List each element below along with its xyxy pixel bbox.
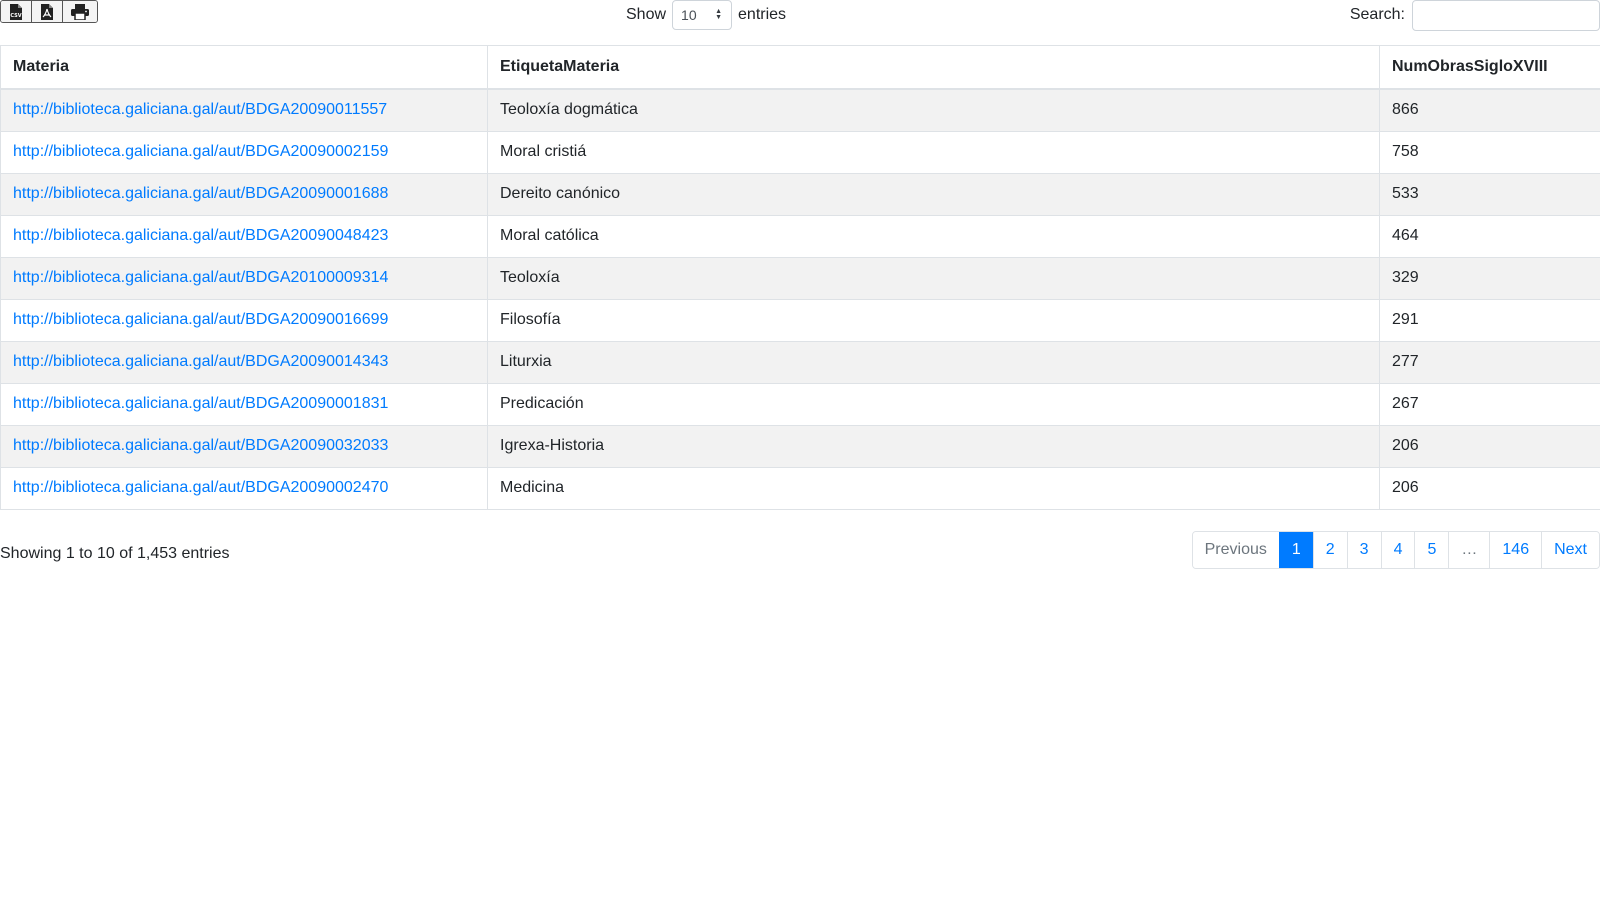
- cell-materia: http://biblioteca.galiciana.gal/aut/BDGA…: [0, 382, 488, 426]
- cell-etiqueta: Teoloxía dogmática: [487, 88, 1380, 132]
- table-row: http://biblioteca.galiciana.gal/aut/BDGA…: [0, 298, 1600, 342]
- pagination-page-2[interactable]: 2: [1312, 532, 1347, 568]
- materia-link[interactable]: http://biblioteca.galiciana.gal/aut/BDGA…: [13, 479, 388, 496]
- pagination-page-4[interactable]: 4: [1380, 532, 1415, 568]
- table-row: http://biblioteca.galiciana.gal/aut/BDGA…: [0, 424, 1600, 468]
- materia-link[interactable]: http://biblioteca.galiciana.gal/aut/BDGA…: [13, 185, 388, 202]
- table-row: http://biblioteca.galiciana.gal/aut/BDGA…: [0, 466, 1600, 510]
- materia-link[interactable]: http://biblioteca.galiciana.gal/aut/BDGA…: [13, 101, 387, 118]
- table-row: http://biblioteca.galiciana.gal/aut/BDGA…: [0, 340, 1600, 384]
- cell-etiqueta: Teoloxía: [487, 256, 1380, 300]
- cell-etiqueta: Igrexa-Historia: [487, 424, 1380, 468]
- cell-materia: http://biblioteca.galiciana.gal/aut/BDGA…: [0, 88, 488, 132]
- pagination-page-1[interactable]: 1: [1278, 532, 1313, 568]
- materia-link[interactable]: http://biblioteca.galiciana.gal/aut/BDGA…: [13, 227, 388, 244]
- entries-length-control: Show 10 ▲ ▼ entries: [626, 0, 786, 30]
- table-toolbar: CSV Show 10 ▲ ▼ entries Search:: [0, 0, 1600, 44]
- pdf-file-icon: [40, 3, 54, 20]
- cell-etiqueta: Moral cristiá: [487, 130, 1380, 174]
- cell-materia: http://biblioteca.galiciana.gal/aut/BDGA…: [0, 256, 488, 300]
- pagination-page-5[interactable]: 5: [1414, 532, 1449, 568]
- materia-link[interactable]: http://biblioteca.galiciana.gal/aut/BDGA…: [13, 311, 388, 328]
- pagination-page-last[interactable]: 146: [1489, 532, 1542, 568]
- cell-num-obras: 267: [1379, 382, 1600, 426]
- column-header-materia[interactable]: Materia: [0, 45, 488, 90]
- entries-label: entries: [738, 6, 787, 23]
- materia-link[interactable]: http://biblioteca.galiciana.gal/aut/BDGA…: [13, 143, 388, 160]
- materia-link[interactable]: http://biblioteca.galiciana.gal/aut/BDGA…: [13, 437, 388, 454]
- print-button[interactable]: [63, 1, 97, 22]
- cell-etiqueta: Liturxia: [487, 340, 1380, 384]
- printer-icon: [71, 3, 89, 20]
- cell-materia: http://biblioteca.galiciana.gal/aut/BDGA…: [0, 340, 488, 384]
- entries-per-page-select[interactable]: 10 ▲ ▼: [672, 0, 733, 30]
- cell-etiqueta: Moral católica: [487, 214, 1380, 258]
- table-header-row: Materia EtiquetaMateria NumObrasSigloXVI…: [0, 45, 1600, 90]
- column-header-etiquetamateria[interactable]: EtiquetaMateria: [487, 45, 1380, 90]
- cell-materia: http://biblioteca.galiciana.gal/aut/BDGA…: [0, 130, 488, 174]
- table-row: http://biblioteca.galiciana.gal/aut/BDGA…: [0, 130, 1600, 174]
- search-input[interactable]: [1412, 0, 1600, 31]
- cell-materia: http://biblioteca.galiciana.gal/aut/BDGA…: [0, 466, 488, 510]
- table-row: http://biblioteca.galiciana.gal/aut/BDGA…: [0, 172, 1600, 216]
- cell-materia: http://biblioteca.galiciana.gal/aut/BDGA…: [0, 298, 488, 342]
- svg-text:CSV: CSV: [10, 13, 21, 19]
- pagination-previous-button[interactable]: Previous: [1192, 532, 1279, 568]
- table-row: http://biblioteca.galiciana.gal/aut/BDGA…: [0, 88, 1600, 132]
- materia-link[interactable]: http://biblioteca.galiciana.gal/aut/BDGA…: [13, 395, 388, 412]
- entries-per-page-value: 10: [681, 7, 697, 23]
- cell-materia: http://biblioteca.galiciana.gal/aut/BDGA…: [0, 424, 488, 468]
- pagination: Previous 1 2 3 4 5 … 146 Next: [1191, 531, 1600, 569]
- search-label: Search:: [1349, 6, 1405, 23]
- export-pdf-button[interactable]: [32, 1, 63, 22]
- table-row: http://biblioteca.galiciana.gal/aut/BDGA…: [0, 214, 1600, 258]
- cell-num-obras: 291: [1379, 298, 1600, 342]
- cell-num-obras: 277: [1379, 340, 1600, 384]
- cell-etiqueta: Predicación: [487, 382, 1380, 426]
- cell-num-obras: 329: [1379, 256, 1600, 300]
- table-info: Showing 1 to 10 of 1,453 entries: [0, 545, 230, 562]
- cell-num-obras: 464: [1379, 214, 1600, 258]
- cell-etiqueta: Filosofía: [487, 298, 1380, 342]
- cell-num-obras: 866: [1379, 88, 1600, 132]
- pagination-next-button[interactable]: Next: [1541, 532, 1599, 568]
- pagination-ellipsis: …: [1448, 532, 1490, 568]
- cell-num-obras: 758: [1379, 130, 1600, 174]
- materia-link[interactable]: http://biblioteca.galiciana.gal/aut/BDGA…: [13, 269, 388, 286]
- csv-file-icon: CSV: [9, 3, 23, 20]
- pagination-page-3[interactable]: 3: [1346, 532, 1381, 568]
- table-row: http://biblioteca.galiciana.gal/aut/BDGA…: [0, 382, 1600, 426]
- cell-num-obras: 206: [1379, 466, 1600, 510]
- cell-num-obras: 206: [1379, 424, 1600, 468]
- cell-num-obras: 533: [1379, 172, 1600, 216]
- export-button-group: CSV: [0, 0, 98, 23]
- cell-materia: http://biblioteca.galiciana.gal/aut/BDGA…: [0, 214, 488, 258]
- cell-etiqueta: Dereito canónico: [487, 172, 1380, 216]
- select-arrows-icon: ▲ ▼: [715, 8, 723, 21]
- materia-link[interactable]: http://biblioteca.galiciana.gal/aut/BDGA…: [13, 353, 388, 370]
- column-header-numobrassigloxviii[interactable]: NumObrasSigloXVIII: [1379, 45, 1600, 90]
- cell-materia: http://biblioteca.galiciana.gal/aut/BDGA…: [0, 172, 488, 216]
- export-csv-button[interactable]: CSV: [1, 1, 32, 22]
- cell-etiqueta: Medicina: [487, 466, 1380, 510]
- search-control: Search:: [1349, 0, 1600, 31]
- show-label: Show: [626, 6, 667, 23]
- results-table: Materia EtiquetaMateria NumObrasSigloXVI…: [0, 45, 1600, 510]
- table-row: http://biblioteca.galiciana.gal/aut/BDGA…: [0, 256, 1600, 300]
